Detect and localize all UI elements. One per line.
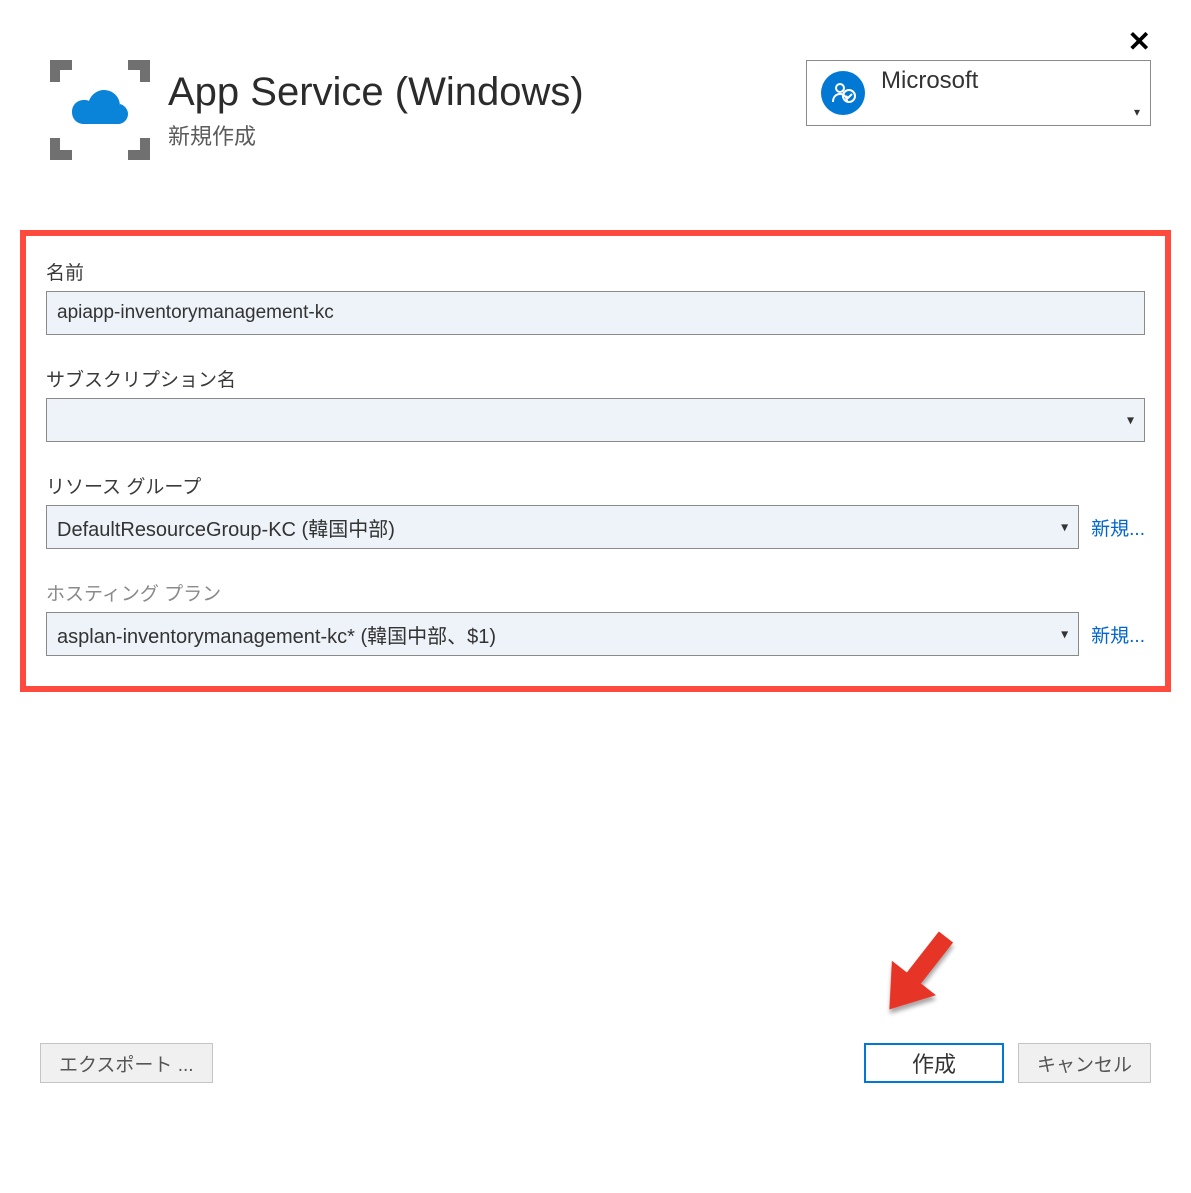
form-panel: 名前 サブスクリプション名 リソース グループ DefaultResourceG… <box>20 230 1171 692</box>
resource-group-value: DefaultResourceGroup-KC (韓国中部) <box>57 513 395 542</box>
cancel-button[interactable]: キャンセル <box>1018 1043 1151 1083</box>
resource-group-new-link[interactable]: 新規... <box>1091 514 1145 541</box>
button-bar: エクスポート ... 作成 キャンセル <box>40 1043 1151 1083</box>
hosting-plan-value: asplan-inventorymanagement-kc* (韓国中部、$1) <box>57 620 496 649</box>
export-button[interactable]: エクスポート ... <box>40 1043 213 1083</box>
hosting-plan-new-link[interactable]: 新規... <box>1091 621 1145 648</box>
resource-group-select[interactable]: DefaultResourceGroup-KC (韓国中部) <box>46 505 1079 549</box>
page-subtitle: 新規作成 <box>168 119 584 151</box>
page-title: App Service (Windows) <box>168 70 584 115</box>
subscription-label: サブスクリプション名 <box>46 365 1145 392</box>
dialog-header: App Service (Windows) 新規作成 Microsoft ▾ <box>0 0 1191 160</box>
annotation-arrow-icon <box>860 920 970 1030</box>
app-service-icon <box>50 60 150 160</box>
header-left: App Service (Windows) 新規作成 <box>50 60 584 160</box>
account-icon <box>821 71 865 115</box>
account-selector[interactable]: Microsoft ▾ <box>806 60 1151 126</box>
subscription-select[interactable] <box>46 398 1145 442</box>
name-label: 名前 <box>46 258 1145 285</box>
account-name: Microsoft <box>881 61 1134 95</box>
create-button[interactable]: 作成 <box>864 1043 1004 1083</box>
hosting-plan-select[interactable]: asplan-inventorymanagement-kc* (韓国中部、$1) <box>46 612 1079 656</box>
hosting-plan-label: ホスティング プラン <box>46 579 1145 606</box>
title-block: App Service (Windows) 新規作成 <box>168 70 584 151</box>
close-icon[interactable]: ✕ <box>1128 28 1151 56</box>
name-input[interactable] <box>46 291 1145 335</box>
chevron-down-icon: ▾ <box>1134 105 1140 125</box>
resource-group-label: リソース グループ <box>46 472 1145 499</box>
